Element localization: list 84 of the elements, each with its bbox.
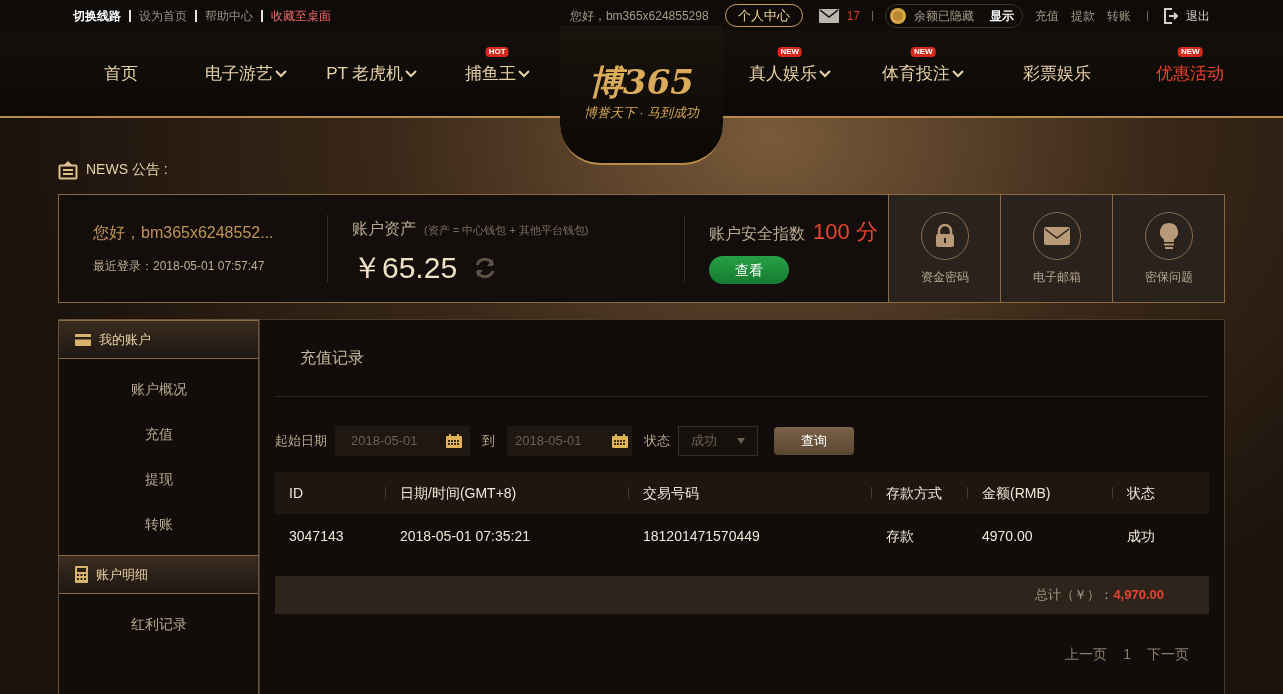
balance-hidden-text: 余额已隐藏 — [914, 7, 974, 25]
nav-link[interactable]: PT 老虎机 — [326, 60, 418, 87]
sidebar-item[interactable]: 红利记录 — [59, 602, 258, 647]
calendar-icon — [446, 434, 462, 448]
column-header: ID — [289, 483, 303, 503]
table-cell-text: 存款 — [885, 526, 914, 546]
news-label: NEWS 公告 : — [86, 160, 168, 179]
logo-slogan: 博誉天下 · 马到成功 — [583, 104, 700, 123]
nav-link[interactable]: 捕鱼王 — [464, 60, 530, 87]
table-cell-text: 4970.00 — [981, 526, 1033, 546]
notice-board-icon — [58, 160, 78, 180]
column-header: 状态 — [1127, 483, 1155, 503]
column-header: 日期/时间(GMT+8) — [400, 483, 517, 503]
chevron-down-icon — [952, 69, 965, 78]
lightbulb-icon — [1158, 221, 1179, 250]
nav-link[interactable]: 彩票娱乐 — [1022, 60, 1091, 87]
dropdown-triangle-icon — [737, 438, 745, 444]
view-button[interactable]: 查看 — [709, 256, 789, 284]
top-link[interactable]: 切换线路 — [73, 6, 121, 25]
nav-badge: NEW — [1177, 47, 1203, 57]
chevron-down-icon — [275, 69, 288, 78]
balance-amount: ￥65.25 — [352, 250, 458, 286]
assets-title: 账户资产 — [352, 219, 416, 239]
nav-link[interactable]: 电子游艺 — [205, 60, 288, 87]
column-header: 交易号码 — [643, 483, 699, 503]
page-number[interactable]: 1 — [1123, 644, 1131, 665]
envelope-icon[interactable] — [818, 8, 839, 23]
sidebar-item[interactable]: 充值 — [59, 412, 258, 457]
greeting-text: 您好，bm365x624855298 — [569, 7, 709, 25]
table-cell-text: 2018-05-01 07:35:21 — [399, 526, 530, 546]
security-score: 100 分 — [813, 218, 878, 246]
nav-link[interactable]: 真人娱乐 — [748, 60, 831, 87]
chevron-down-icon — [405, 69, 418, 78]
status-label: 状态 — [644, 432, 670, 451]
calculator-icon — [75, 566, 88, 583]
logout-icon[interactable] — [1164, 7, 1178, 24]
prev-page-link[interactable]: 上一页 — [1065, 644, 1108, 665]
to-label: 到 — [482, 432, 495, 451]
table-cell-text: 成功 — [1126, 526, 1155, 546]
logout-link[interactable]: 退出 — [1186, 6, 1210, 25]
sidebar-item[interactable]: 账户概况 — [59, 367, 258, 412]
table-cell-text: 181201471570449 — [642, 526, 760, 546]
account-greeting: 您好，bm365x6248552... — [93, 223, 275, 243]
top-link[interactable]: 帮助中心 — [205, 6, 253, 25]
top-link[interactable]: 设为首页 — [139, 6, 187, 25]
show-balance-button[interactable]: 显示 — [990, 6, 1014, 25]
nav-badge: NEW — [777, 47, 803, 57]
top-link[interactable]: 收藏至桌面 — [271, 6, 331, 25]
account-action-link[interactable]: 充值 — [1035, 6, 1059, 25]
lock-icon — [934, 223, 955, 248]
sidebar-section-title: 账户明细 — [96, 565, 148, 584]
sidebar-item[interactable]: 提现 — [59, 457, 258, 502]
total-label: 总计（￥）： — [1035, 586, 1114, 605]
last-login-text: 最近登录：2018-05-01 07:57:47 — [93, 258, 266, 275]
column-header: 金额(RMB) — [982, 483, 1051, 503]
table-cell-text: 3047143 — [289, 526, 344, 546]
query-button[interactable]: 查询 — [774, 427, 854, 455]
nav-badge: NEW — [910, 47, 936, 57]
security-tile[interactable]: 电子邮箱 — [1000, 195, 1112, 302]
sidebar-item[interactable]: 转账 — [59, 502, 258, 547]
nav-link[interactable]: 优惠活动 — [1156, 60, 1225, 87]
nav-badge: HOT — [485, 47, 509, 57]
account-action-link[interactable]: 提款 — [1071, 6, 1095, 25]
card-icon — [75, 333, 91, 346]
coin-icon — [890, 7, 906, 24]
page-title: 充值记录 — [300, 348, 364, 368]
total-value: 4,970.00 — [1113, 586, 1164, 605]
envelope-icon — [1043, 226, 1070, 245]
start-date-label: 起始日期 — [275, 432, 327, 451]
chevron-down-icon — [517, 69, 530, 78]
security-tile[interactable]: 资金密码 — [888, 195, 1000, 302]
nav-link[interactable]: 首页 — [103, 60, 138, 87]
nav-link[interactable]: 体育投注 — [882, 60, 965, 87]
mail-count: 17 — [846, 7, 860, 25]
security-title: 账户安全指数 — [709, 224, 805, 244]
logo-text: 博365 — [589, 65, 694, 100]
calendar-icon — [612, 434, 628, 448]
assets-note: (资产 = 中心钱包 + 其他平台钱包) — [424, 223, 589, 238]
chevron-down-icon — [818, 69, 831, 78]
sidebar-section-title: 我的账户 — [99, 330, 151, 349]
next-page-link[interactable]: 下一页 — [1147, 644, 1189, 665]
account-action-link[interactable]: 转账 — [1107, 6, 1131, 25]
column-header: 存款方式 — [886, 483, 942, 503]
security-tile[interactable]: 密保问题 — [1112, 195, 1224, 302]
